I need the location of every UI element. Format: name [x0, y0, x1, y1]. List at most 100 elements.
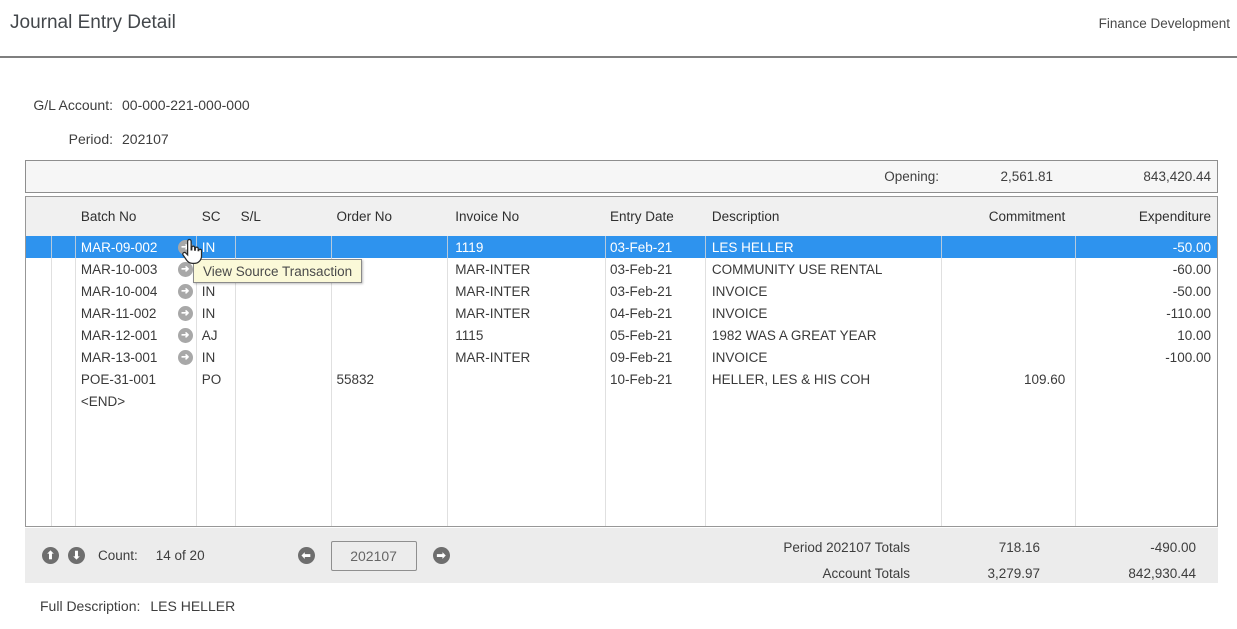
batch-no-cell: MAR-11-002 ➜ — [75, 302, 196, 324]
table-row[interactable]: MAR-10-004 ➜ IN MAR-INTER 03-Feb-21 INVO… — [26, 280, 1217, 302]
environment-label: Finance Development — [1099, 16, 1230, 31]
invoice-no-cell — [446, 390, 604, 412]
sl-cell — [235, 280, 331, 302]
batch-no-cell: MAR-12-001 ➜ — [75, 324, 196, 346]
header-divider — [0, 56, 1237, 58]
commitment-cell — [939, 236, 1073, 258]
invoice-no-cell: 1119 — [446, 236, 604, 258]
opening-balance-row: Opening: 2,561.81 843,420.44 — [25, 160, 1218, 193]
view-source-icon[interactable]: ➜ — [178, 350, 193, 365]
description-cell: 1982 WAS A GREAT YEAR — [704, 324, 940, 346]
row-spacer-1 — [26, 390, 51, 412]
column-header-expenditure: Expenditure — [1073, 197, 1217, 236]
view-source-icon[interactable]: ➜ — [178, 328, 193, 343]
account-totals-expenditure: 842,930.44 — [1040, 566, 1196, 581]
row-spacer-1 — [26, 368, 51, 390]
commitment-cell — [939, 302, 1073, 324]
entry-date-cell: 09-Feb-21 — [604, 346, 704, 368]
batch-no-cell: MAR-10-003 ➜ — [75, 258, 196, 280]
expenditure-cell: -50.00 — [1073, 280, 1217, 302]
sl-cell — [235, 390, 331, 412]
entry-date-cell — [604, 390, 704, 412]
tooltip-text: View Source Transaction — [203, 264, 352, 279]
row-spacer-1 — [26, 258, 51, 280]
header-spacer-1 — [26, 197, 51, 236]
commitment-cell: 109.60 — [939, 368, 1073, 390]
sc-cell: PO — [196, 368, 235, 390]
description-cell — [704, 390, 940, 412]
expenditure-cell — [1073, 390, 1217, 412]
row-spacer-2 — [51, 346, 75, 368]
order-no-cell — [330, 346, 446, 368]
view-source-icon[interactable]: ➜ — [178, 240, 193, 255]
period-totals-commitment: 718.16 — [910, 540, 1040, 555]
order-no-cell: 55832 — [330, 368, 446, 390]
entry-date-cell: 10-Feb-21 — [604, 368, 704, 390]
batch-no-cell: <END> — [75, 390, 196, 412]
row-spacer-1 — [26, 236, 51, 258]
batch-no-text: POE-31-001 — [81, 372, 156, 387]
view-source-icon[interactable]: ➜ — [178, 284, 193, 299]
row-spacer-2 — [51, 390, 75, 412]
invoice-no-cell: MAR-INTER — [446, 346, 604, 368]
totals-block: Period 202107 Totals 718.16 -490.00 Acco… — [25, 534, 1218, 586]
commitment-cell — [939, 324, 1073, 346]
sc-cell — [196, 390, 235, 412]
journal-table: Batch No SC S/L Order No Invoice No Entr… — [25, 196, 1218, 527]
expenditure-cell: -100.00 — [1073, 346, 1217, 368]
full-description-field: Full Description: LES HELLER — [40, 598, 235, 614]
batch-no-text: MAR-12-001 — [81, 328, 158, 343]
order-no-cell — [330, 236, 446, 258]
order-no-cell — [330, 302, 446, 324]
column-header-sl: S/L — [235, 197, 331, 236]
description-cell: LES HELLER — [704, 236, 940, 258]
view-source-icon[interactable]: ➜ — [178, 306, 193, 321]
column-header-commitment: Commitment — [939, 197, 1073, 236]
row-spacer-1 — [26, 324, 51, 346]
table-row[interactable]: <END> — [26, 390, 1217, 412]
column-header-order-no: Order No — [330, 197, 446, 236]
batch-no-text: MAR-11-002 — [81, 306, 157, 321]
sl-cell — [235, 368, 331, 390]
table-row[interactable]: MAR-13-001 ➜ IN MAR-INTER 09-Feb-21 INVO… — [26, 346, 1217, 368]
description-cell: HELLER, LES & HIS COH — [704, 368, 940, 390]
expenditure-cell: -110.00 — [1073, 302, 1217, 324]
opening-expenditure: 843,420.44 — [1073, 169, 1217, 184]
description-cell: INVOICE — [704, 302, 940, 324]
column-header-invoice-no: Invoice No — [446, 197, 604, 236]
table-row[interactable]: MAR-12-001 ➜ AJ 1115 05-Feb-21 1982 WAS … — [26, 324, 1217, 346]
entry-date-cell: 03-Feb-21 — [604, 280, 704, 302]
full-description-label: Full Description: — [40, 598, 140, 614]
period-totals-label: Period 202107 Totals — [25, 540, 910, 555]
batch-no-cell: MAR-13-001 ➜ — [75, 346, 196, 368]
account-totals-commitment: 3,279.97 — [910, 566, 1040, 581]
order-no-cell — [330, 390, 446, 412]
period-field: Period: 202107 — [25, 131, 525, 147]
sl-cell — [235, 324, 331, 346]
invoice-no-cell: MAR-INTER — [446, 280, 604, 302]
sl-cell — [235, 302, 331, 324]
entry-date-cell: 05-Feb-21 — [604, 324, 704, 346]
row-spacer-1 — [26, 302, 51, 324]
full-description-value: LES HELLER — [150, 598, 235, 614]
account-totals-row: Account Totals 3,279.97 842,930.44 — [25, 560, 1218, 586]
tooltip: View Source Transaction — [193, 259, 362, 283]
top-bar: Journal Entry Detail Finance Development — [0, 0, 1237, 56]
row-spacer-2 — [51, 280, 75, 302]
sc-cell: AJ — [196, 324, 235, 346]
opening-label: Opening: — [884, 169, 939, 184]
table-row[interactable]: POE-31-001 PO 55832 10-Feb-21 HELLER, LE… — [26, 368, 1217, 390]
entry-date-cell: 03-Feb-21 — [604, 258, 704, 280]
sc-cell: IN — [196, 346, 235, 368]
batch-no-cell: POE-31-001 — [75, 368, 196, 390]
view-source-icon[interactable]: ➜ — [178, 262, 193, 277]
batch-no-text: MAR-10-003 — [81, 262, 158, 277]
row-spacer-1 — [26, 346, 51, 368]
table-row[interactable]: MAR-11-002 ➜ IN MAR-INTER 04-Feb-21 INVO… — [26, 302, 1217, 324]
row-spacer-2 — [51, 324, 75, 346]
sl-cell — [235, 236, 331, 258]
table-row[interactable]: MAR-09-002 ➜ IN 1119 03-Feb-21 LES HELLE… — [26, 236, 1217, 258]
entry-date-cell: 03-Feb-21 — [604, 236, 704, 258]
column-header-batch-no: Batch No — [75, 197, 196, 236]
sc-cell: IN — [196, 280, 235, 302]
